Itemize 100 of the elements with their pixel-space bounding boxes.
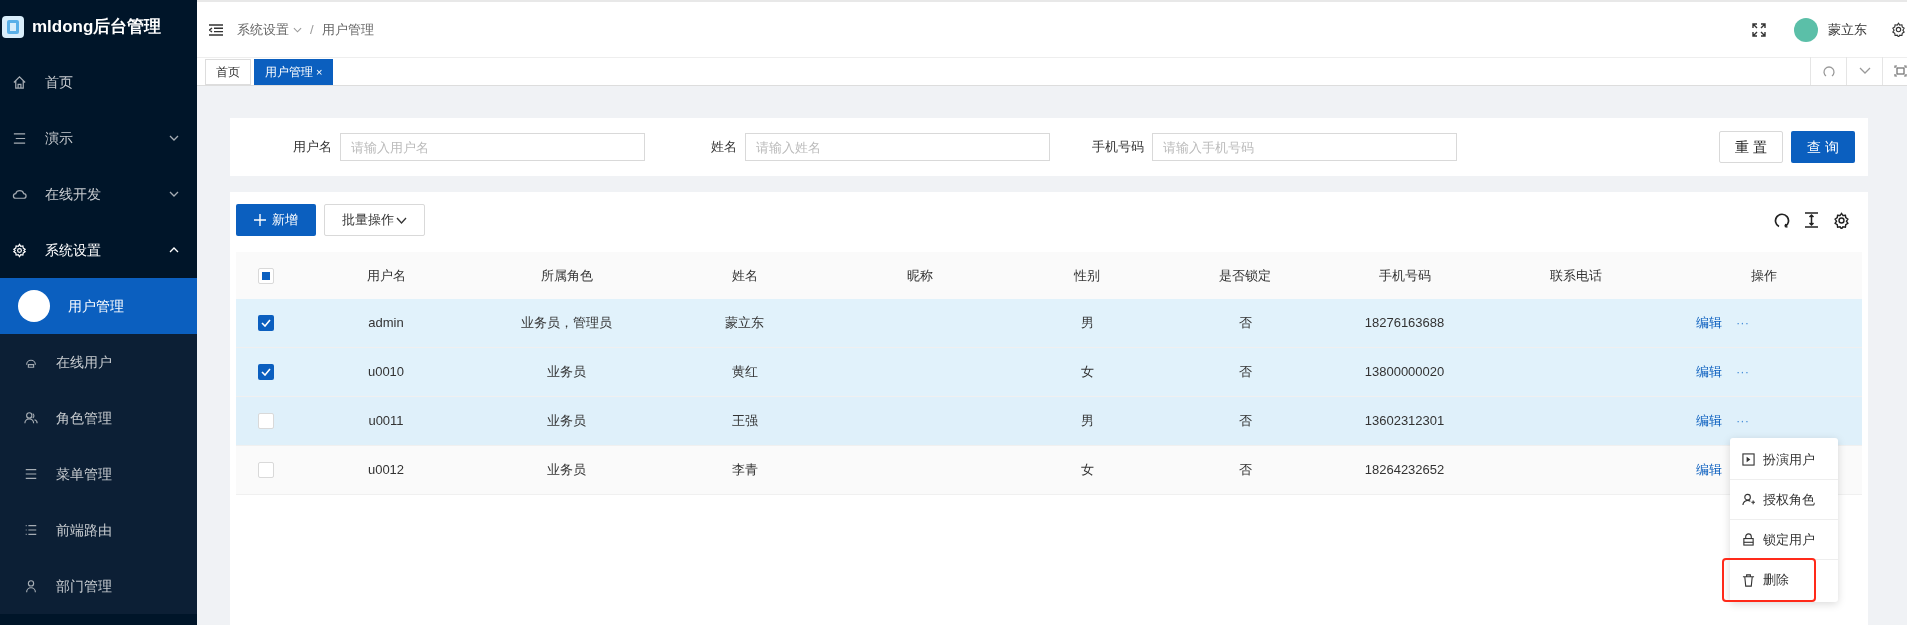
table-cell-text: 业务员 bbox=[547, 461, 586, 480]
column-header: 联系电话 bbox=[1549, 266, 1603, 285]
list-icon bbox=[12, 130, 27, 146]
chevron-up-icon bbox=[169, 247, 179, 253]
user-name[interactable]: 蒙立东 bbox=[1828, 19, 1867, 40]
column-header: 用户名 bbox=[365, 266, 407, 285]
column-header: 手机号码 bbox=[1377, 266, 1432, 285]
table-cell-text: 否 bbox=[1238, 461, 1252, 480]
menu-item[interactable]: 删除 bbox=[1724, 560, 1814, 600]
row-checkbox[interactable] bbox=[257, 364, 274, 380]
tab[interactable]: 首页 bbox=[205, 59, 251, 85]
check-icon bbox=[260, 319, 271, 327]
column-header: 姓名 bbox=[730, 266, 759, 285]
input-field[interactable]: 请输入姓名 bbox=[745, 133, 1050, 161]
input-field[interactable]: 请输入手机号码 bbox=[1152, 133, 1457, 161]
reset-button[interactable]: 重 置 bbox=[1719, 131, 1783, 163]
table-cell-text: 否 bbox=[1238, 412, 1252, 431]
row-checkbox[interactable] bbox=[257, 462, 274, 478]
column-header: 操作 bbox=[1750, 266, 1778, 285]
table-cell-text: 男 bbox=[1080, 314, 1094, 333]
field-label: 姓名 bbox=[710, 138, 738, 157]
table-cell-text: 18264232652 bbox=[1364, 461, 1445, 480]
menu-item[interactable]: 授权角色 bbox=[1730, 480, 1838, 520]
table-cell-text: 13800000020 bbox=[1364, 363, 1445, 382]
menu-fold-icon[interactable] bbox=[209, 23, 223, 36]
select-all-checkbox[interactable] bbox=[257, 267, 274, 284]
sidebar-item[interactable]: 系统设置 bbox=[0, 222, 197, 278]
table-cell-text: 业务员 bbox=[547, 412, 586, 431]
sidebar-item[interactable]: 在线用户 bbox=[0, 334, 197, 390]
ordered-list-icon bbox=[24, 523, 38, 537]
settings-icon bbox=[12, 242, 27, 258]
edit-link[interactable]: 编辑 bbox=[1696, 460, 1722, 480]
sidebar-item[interactable]: 演示 bbox=[0, 110, 197, 166]
row-height-icon[interactable] bbox=[1804, 212, 1819, 228]
batch-operation-button[interactable]: 批量操作 bbox=[324, 204, 425, 236]
sidebar-item[interactable]: 前端路由 bbox=[0, 502, 197, 558]
settings-icon[interactable] bbox=[1833, 211, 1850, 229]
breadcrumb-item[interactable]: 系统设置 bbox=[237, 19, 302, 40]
add-button[interactable]: 新增 bbox=[236, 204, 316, 236]
edit-link[interactable]: 编辑 bbox=[1696, 313, 1722, 333]
chevron-down-icon bbox=[1858, 67, 1871, 75]
row-checkbox[interactable] bbox=[257, 315, 274, 331]
sidebar-item[interactable]: 在线开发 bbox=[0, 166, 197, 222]
reload-icon bbox=[1822, 65, 1835, 77]
sidebar-item[interactable]: 角色管理 bbox=[0, 390, 197, 446]
table-cell-text: 女 bbox=[1080, 363, 1094, 382]
edit-link[interactable]: 编辑 bbox=[1696, 411, 1722, 431]
table-cell-text: u0010 bbox=[367, 363, 405, 382]
sidebar-item[interactable]: 用户管理 bbox=[0, 278, 197, 334]
row-checkbox[interactable] bbox=[257, 413, 274, 429]
column-header: 性别 bbox=[1073, 266, 1101, 285]
fullscreen-icon[interactable] bbox=[1752, 22, 1766, 37]
table-row[interactable]: admin 业务员，管理员 蒙立东 男 否 18276163688 编辑 ··· bbox=[236, 299, 1862, 348]
logo-icon bbox=[2, 16, 24, 38]
input-field[interactable]: 请输入用户名 bbox=[340, 133, 645, 161]
users-icon bbox=[24, 411, 38, 425]
column-header: 昵称 bbox=[906, 266, 934, 285]
plus-icon bbox=[254, 214, 266, 226]
app-title: mldong后台管理 bbox=[32, 16, 162, 39]
menu-item[interactable]: 锁定用户 bbox=[1730, 520, 1838, 560]
chevron-down-icon bbox=[293, 26, 302, 33]
table-cell-text: 13602312301 bbox=[1364, 412, 1445, 431]
search-button[interactable]: 查 询 bbox=[1791, 131, 1855, 163]
chevron-down-icon bbox=[396, 216, 407, 224]
table-cell-text: admin bbox=[368, 314, 404, 333]
table-cell-text: 蒙立东 bbox=[725, 314, 764, 333]
table-row[interactable]: u0010 业务员 黄红 女 否 13800000020 编辑 ··· bbox=[236, 348, 1862, 397]
chevron-down-icon bbox=[169, 191, 179, 197]
close-icon[interactable]: × bbox=[316, 63, 323, 81]
table-cell-text: 业务员 bbox=[547, 363, 586, 382]
menu-icon bbox=[24, 467, 38, 481]
table-cell-text: 业务员，管理员 bbox=[521, 314, 612, 333]
table-cell-text: 否 bbox=[1238, 314, 1252, 333]
lock-icon bbox=[1742, 533, 1755, 546]
table-cell-text: u0011 bbox=[368, 412, 404, 431]
table-cell-text: u0012 bbox=[367, 461, 405, 480]
user-icon bbox=[24, 579, 38, 593]
home-icon bbox=[12, 74, 27, 90]
play-icon bbox=[1742, 453, 1755, 466]
menu-item[interactable]: 扮演用户 bbox=[1730, 440, 1838, 480]
table-cell-text: 18276163688 bbox=[1364, 314, 1445, 333]
maximize-icon bbox=[1894, 65, 1907, 77]
user-add-icon bbox=[1742, 493, 1755, 506]
sidebar-item[interactable]: 部门管理 bbox=[0, 558, 197, 614]
table-cell-text: 女 bbox=[1080, 461, 1094, 480]
table-cell-text: 李青 bbox=[731, 461, 758, 480]
field-label: 手机号码 bbox=[1091, 138, 1145, 157]
field-label: 用户名 bbox=[292, 138, 333, 157]
table-cell-text: 男 bbox=[1080, 412, 1094, 431]
edit-link[interactable]: 编辑 bbox=[1696, 362, 1722, 382]
sidebar-item[interactable]: 首页 bbox=[0, 54, 197, 110]
settings-icon[interactable] bbox=[1891, 22, 1906, 37]
tab[interactable]: 用户管理 × bbox=[254, 59, 334, 85]
chevron-down-icon bbox=[169, 135, 179, 141]
refresh-icon[interactable] bbox=[1774, 212, 1790, 228]
table-row[interactable]: u0011 业务员 王强 男 否 13602312301 编辑 ··· bbox=[236, 397, 1862, 446]
sidebar-item[interactable]: 菜单管理 bbox=[0, 446, 197, 502]
breadcrumb-separator: / bbox=[310, 20, 314, 39]
breadcrumb-item[interactable]: 用户管理 bbox=[321, 19, 374, 40]
column-header: 是否锁定 bbox=[1218, 266, 1272, 285]
